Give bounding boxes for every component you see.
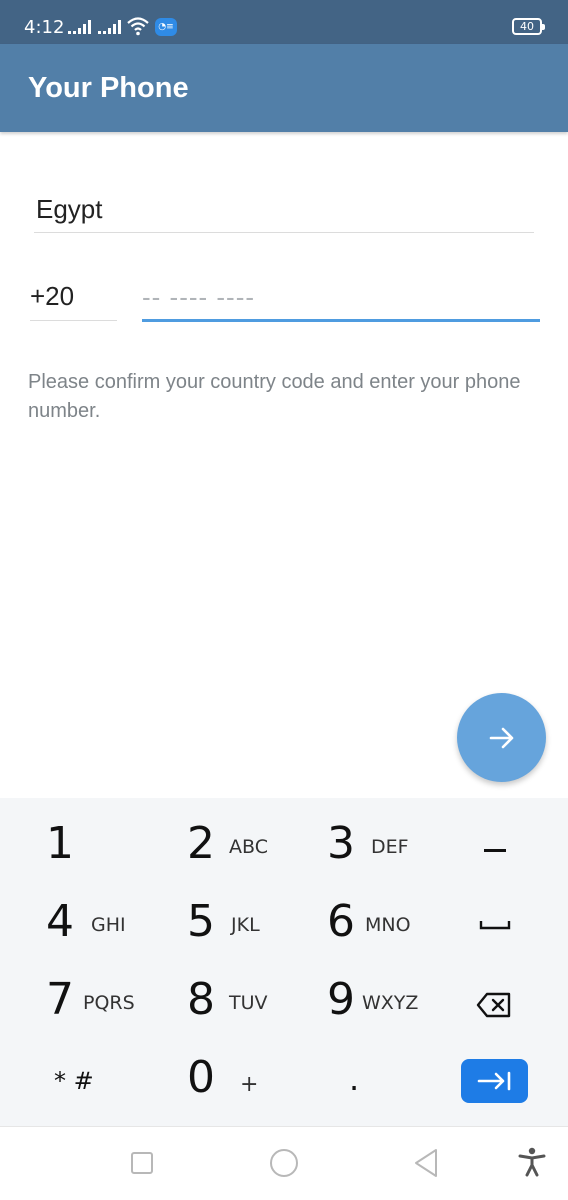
key-digit: 4 (46, 896, 74, 947)
key-digit: 6 (327, 896, 355, 947)
page-title: Your Phone (28, 72, 189, 104)
key-star-hash[interactable]: * # (0, 1042, 142, 1120)
key-7[interactable]: 7 PQRS (0, 964, 142, 1042)
key-letters: DEF (371, 836, 409, 858)
status-time: 4:12 (24, 17, 65, 38)
key-digit: . (349, 1060, 360, 1098)
key-9[interactable]: 9 WXYZ (284, 964, 426, 1042)
space-icon (479, 921, 511, 930)
arrow-right-icon (489, 727, 513, 748)
key-digit: 9 (327, 974, 355, 1025)
dash-icon (484, 849, 506, 852)
key-backspace[interactable] (426, 964, 568, 1042)
key-5[interactable]: 5 JKL (142, 886, 284, 964)
key-3[interactable]: 3 DEF (284, 808, 426, 886)
battery-icon: 40 (512, 18, 545, 35)
phone-number-field[interactable] (142, 275, 540, 322)
signal-icon (98, 18, 121, 34)
country-code-field[interactable]: +20 (30, 275, 117, 321)
key-digit: 5 (187, 896, 215, 947)
key-digit: 0 (187, 1052, 215, 1103)
next-button[interactable] (457, 693, 546, 782)
wifi-icon (127, 17, 149, 36)
key-letters: GHI (91, 914, 126, 936)
key-8[interactable]: 8 TUV (142, 964, 284, 1042)
key-space[interactable] (426, 886, 568, 964)
back-icon[interactable] (413, 1148, 439, 1178)
key-letters: JKL (231, 914, 260, 936)
go-key[interactable] (461, 1059, 528, 1103)
recent-apps-icon[interactable] (130, 1151, 154, 1175)
key-1[interactable]: 1 (0, 808, 142, 886)
key-digit: * # (54, 1067, 94, 1095)
key-digit: 7 (46, 974, 74, 1025)
key-2[interactable]: 2 ABC (142, 808, 284, 886)
key-0[interactable]: 0 + (142, 1042, 284, 1120)
country-name: Egypt (36, 194, 103, 224)
key-digit: 3 (327, 818, 355, 869)
tab-next-icon (477, 1071, 510, 1091)
key-letters: PQRS (83, 992, 135, 1014)
numeric-keyboard: 1 2 ABC 3 DEF 4 GHI 5 JKL 6 MNO 7 PQRS 8… (0, 798, 568, 1126)
accessibility-icon[interactable] (518, 1147, 546, 1177)
key-digit: 8 (187, 974, 215, 1025)
battery-level: 40 (520, 20, 534, 33)
key-letters: MNO (365, 914, 411, 936)
backspace-icon (476, 992, 511, 1018)
country-selector[interactable]: Egypt (34, 188, 534, 233)
key-letters: TUV (229, 992, 268, 1014)
key-dash[interactable] (426, 808, 568, 886)
navigation-bar (0, 1126, 568, 1200)
key-letters: + (240, 1072, 259, 1097)
phone-number-input[interactable] (142, 275, 540, 319)
key-4[interactable]: 4 GHI (0, 886, 142, 964)
app-bar: Your Phone (0, 44, 568, 132)
status-bar: 4:12 ◔≡ 40 (0, 0, 568, 44)
key-letters: WXYZ (362, 992, 419, 1014)
key-dot[interactable]: . (284, 1042, 426, 1120)
key-digit: 2 (187, 818, 215, 869)
message-notification-icon: ◔≡ (155, 18, 177, 36)
signal-icon (68, 18, 91, 34)
key-letters: ABC (229, 836, 268, 858)
country-code: +20 (30, 281, 75, 311)
instructions-text: Please confirm your country code and ent… (28, 371, 521, 422)
key-6[interactable]: 6 MNO (284, 886, 426, 964)
home-icon[interactable] (269, 1148, 299, 1178)
key-digit: 1 (46, 818, 74, 869)
